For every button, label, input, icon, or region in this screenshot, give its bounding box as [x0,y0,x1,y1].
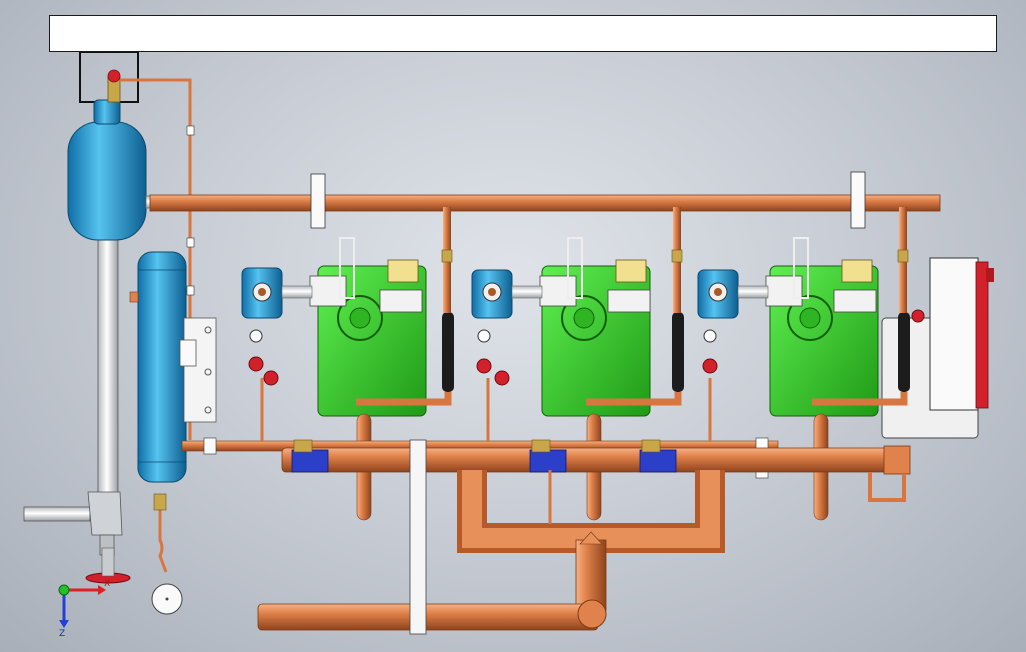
red-valve-3[interactable] [702,329,718,374]
triad-x-label: X [104,579,110,589]
suction-strainer-3[interactable] [697,269,769,319]
pressure-gauge[interactable] [151,493,183,615]
liquid-receiver-vessel[interactable] [67,99,169,241]
compressor-2[interactable] [539,237,651,417]
vertical-support-beam[interactable] [409,439,427,635]
compressor-1[interactable] [309,237,427,417]
discharge-header-pipe[interactable] [149,171,941,229]
cad-viewport[interactable]: X Z [0,0,1026,652]
suction-strainer-1[interactable] [241,267,313,319]
separator-bracket[interactable] [179,317,217,423]
compressor-3[interactable] [765,237,879,417]
red-valve-1[interactable] [248,329,279,386]
bottom-main-pipe[interactable] [257,599,607,631]
coordinate-triad: X Z [58,579,110,639]
receiver-top-valve[interactable] [107,69,121,103]
red-valve-2[interactable] [476,329,510,386]
oil-separator-vessel[interactable] [129,251,187,483]
drain-valve[interactable] [85,547,131,584]
piping-assembly-model[interactable]: X Z [0,0,1026,652]
suction-strainer-2[interactable] [471,269,543,319]
title-bar [49,15,997,52]
triad-z-label: Z [59,629,65,639]
grey-vertical-pipe[interactable] [23,237,123,556]
